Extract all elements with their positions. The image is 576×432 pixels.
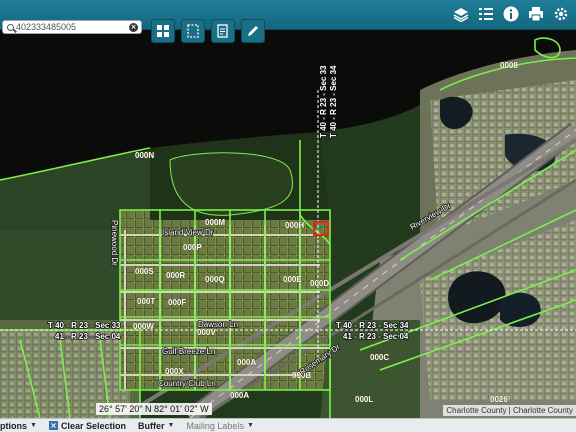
bottom-toolbar: ptions ▼ × Clear Selection Buffer ▼ Mail… (0, 418, 576, 432)
township-label: T 40 - R 23 - Sec 33 (48, 321, 121, 330)
search-input[interactable]: 402333485005 × (2, 20, 142, 34)
parcel-label: 000H (285, 221, 304, 230)
clear-icon: × (48, 421, 58, 430)
clear-selection-button[interactable]: × Clear Selection (48, 420, 126, 431)
parcel-label: 000W (133, 322, 154, 331)
buffer-label: Buffer (137, 420, 165, 431)
document-edit-button[interactable] (211, 19, 235, 43)
buffer-menu[interactable]: Buffer ▼ (138, 421, 174, 431)
parcel-label: 000L (355, 395, 373, 404)
clear-search-icon[interactable]: × (129, 23, 138, 32)
parcel-label: 000Q (205, 275, 225, 284)
street-label: Gulf Breeze Ln (162, 347, 215, 356)
draw-button[interactable] (241, 19, 265, 43)
township-label: 41 - R 23 - Sec 04 (55, 332, 121, 341)
township-label: T 40 - R 23 - Sec 33 (319, 65, 328, 138)
coordinate-readout: 26° 57' 20" N 82° 01' 02" W (96, 403, 212, 415)
parcel-label: 0008 (500, 61, 518, 70)
parcel-label: 000P (183, 243, 202, 252)
parcel-label: 0026 (490, 395, 508, 404)
parcel-label: 000A (237, 358, 256, 367)
parcel-label: 000M (205, 218, 225, 227)
parcel-label: 000T (137, 297, 155, 306)
settings-icon[interactable] (552, 5, 570, 23)
chevron-down-icon: ▼ (30, 422, 37, 429)
list-icon[interactable] (477, 5, 495, 23)
pencil-icon (248, 26, 258, 36)
map-attribution: Charlotte County | Charlotte County (443, 405, 576, 416)
parcel-label: 000R (166, 271, 185, 280)
street-label: Pinewood Dr (110, 220, 119, 266)
map-view[interactable]: 000N 000M 000H 000P 000S 000R 000Q 000E … (0, 30, 576, 418)
parcel-label: 000N (135, 151, 154, 160)
parcel-label: 000A (230, 391, 249, 400)
chevron-down-icon: ▼ (246, 422, 254, 429)
mailing-labels-label: Mailing Labels (186, 420, 244, 431)
options-label: ptions (0, 420, 27, 431)
street-label: Country Club Ln (158, 379, 216, 388)
township-label: T 40 - R 23 - Sec 34 (336, 321, 409, 330)
layers-icon[interactable] (452, 5, 470, 23)
parcel-label: 000C (370, 353, 389, 362)
parcel-label: 000X (165, 367, 184, 376)
print-icon[interactable] (527, 5, 545, 23)
search-value: 402333485005 (16, 22, 77, 32)
document-edit-icon (217, 24, 228, 38)
chevron-down-icon: ▼ (167, 422, 175, 429)
search-icon (7, 24, 14, 31)
select-box-icon (187, 24, 199, 38)
info-icon[interactable] (502, 5, 520, 23)
clear-selection-label: Clear Selection (60, 420, 126, 431)
grid-button[interactable] (151, 19, 175, 43)
options-menu[interactable]: ptions ▼ (0, 421, 37, 431)
grid-icon (157, 25, 169, 37)
parcel-label: 000F (168, 298, 186, 307)
mailing-labels-menu[interactable]: Mailing Labels ▼ (186, 421, 253, 431)
parcel-label: 000E (283, 275, 302, 284)
parcel-label: 000V (197, 328, 216, 337)
street-label: Island View Dr (162, 228, 214, 237)
township-label: 41 - R 23 - Sec 04 (343, 332, 409, 341)
parcel-label: 000D (310, 279, 329, 288)
street-label: Dawson Ln (198, 320, 238, 329)
parcel-label: 000S (135, 267, 154, 276)
township-label: T 40 - R 23 - Sec 34 (329, 65, 338, 138)
select-box-button[interactable] (181, 19, 205, 43)
